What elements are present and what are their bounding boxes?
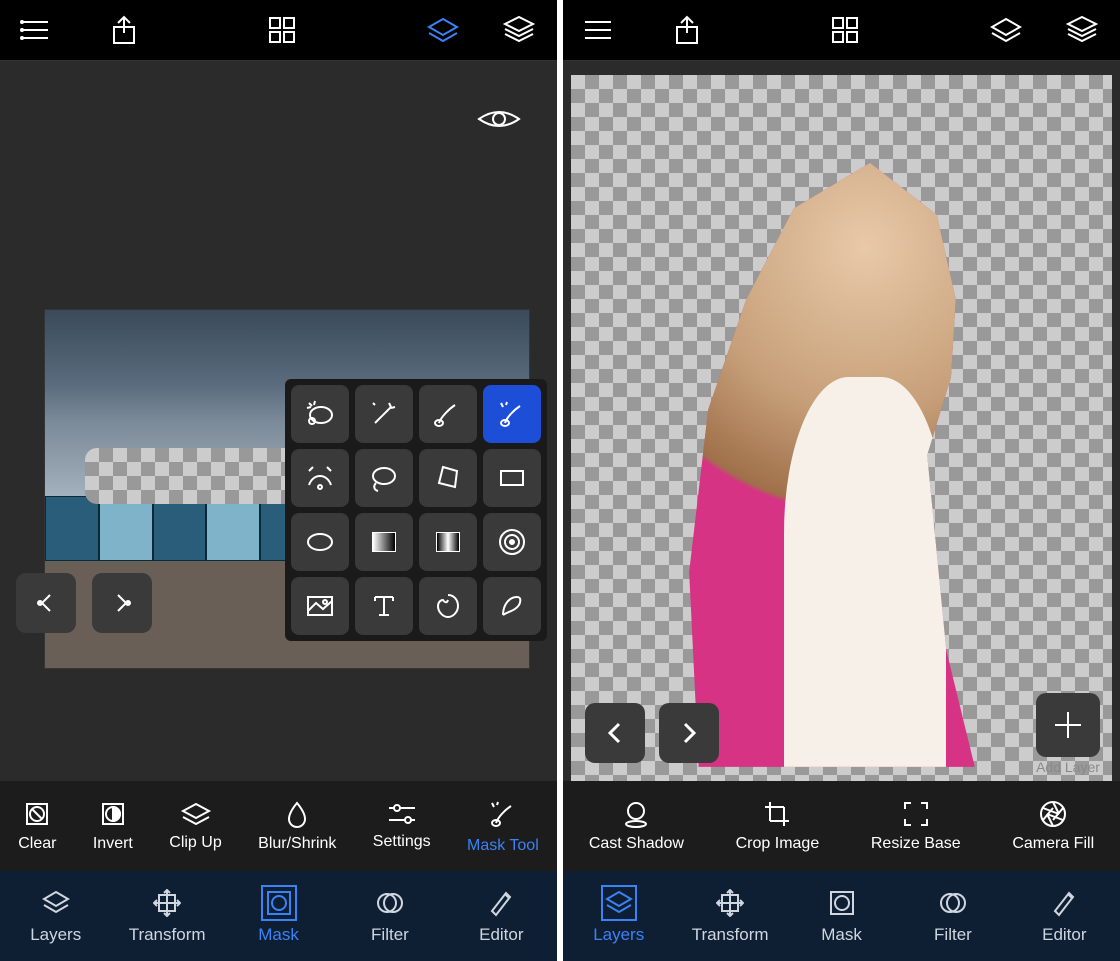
text-tool-icon[interactable]	[355, 577, 413, 635]
tab-layers[interactable]: Layers	[0, 871, 111, 961]
layers-icon	[40, 887, 72, 919]
share-icon[interactable]	[673, 15, 701, 45]
clear-action[interactable]: Clear	[18, 799, 56, 853]
cast-shadow-action[interactable]: Cast Shadow	[589, 799, 684, 853]
camera-fill-action[interactable]: Camera Fill	[1012, 799, 1094, 853]
left-topbar	[0, 0, 557, 61]
lasso-icon[interactable]	[355, 449, 413, 507]
clip-up-action[interactable]: Clip Up	[169, 800, 221, 852]
mask-tool-action[interactable]: Mask Tool	[467, 797, 539, 855]
mask-circle-icon	[263, 887, 295, 919]
right-panel: Add Layer Cast Shadow Crop Image Resize Ba…	[563, 0, 1120, 961]
crop-image-action[interactable]: Crop Image	[736, 799, 820, 853]
gradient-v-icon[interactable]	[419, 513, 477, 571]
ellipse-icon[interactable]	[291, 513, 349, 571]
radial-icon[interactable]	[483, 513, 541, 571]
mask-layer-icon[interactable]	[425, 15, 461, 45]
layers-stack-icon[interactable]	[1064, 15, 1100, 45]
share-icon[interactable]	[110, 15, 138, 45]
color-range-icon[interactable]	[291, 449, 349, 507]
tab-mask[interactable]: Mask	[223, 871, 334, 961]
transform-icon	[151, 887, 183, 919]
image-icon[interactable]	[291, 577, 349, 635]
list-icon[interactable]	[583, 17, 613, 43]
prev-square-button[interactable]	[16, 573, 76, 633]
pencil-icon	[485, 887, 517, 919]
settings-action[interactable]: Settings	[373, 801, 431, 851]
shape-icon[interactable]	[419, 577, 477, 635]
next-square-button[interactable]	[92, 573, 152, 633]
filter-icon	[374, 887, 406, 919]
polygon-icon[interactable]	[419, 449, 477, 507]
invert-action[interactable]: Invert	[93, 799, 133, 853]
transparent-background: Add Layer	[571, 75, 1112, 781]
grid-icon[interactable]	[830, 15, 860, 45]
tab-transform[interactable]: Transform	[111, 871, 222, 961]
list-icon[interactable]	[20, 17, 50, 43]
mask-tool-grid	[285, 379, 547, 641]
next-layer-button[interactable]	[659, 703, 719, 763]
pencil-icon	[1048, 887, 1080, 919]
transform-icon	[714, 887, 746, 919]
left-action-bar: Clear Invert Clip Up Blur/Shrink Settings Mas…	[0, 781, 557, 871]
visibility-eye-icon[interactable]	[477, 105, 521, 138]
left-canvas[interactable]	[0, 61, 557, 781]
sparkle-lasso-icon[interactable]	[291, 385, 349, 443]
tab-transform[interactable]: Transform	[674, 871, 785, 961]
tab-editor[interactable]: Editor	[446, 871, 557, 961]
left-panel: Clear Invert Clip Up Blur/Shrink Settings Mas…	[0, 0, 557, 961]
right-action-bar: Cast Shadow Crop Image Resize Base Camera F…	[563, 781, 1120, 871]
right-canvas[interactable]: Add Layer	[563, 61, 1120, 781]
right-topbar	[563, 0, 1120, 61]
tab-mask[interactable]: Mask	[786, 871, 897, 961]
subject-cutout[interactable]	[603, 117, 1079, 767]
tab-filter[interactable]: Filter	[334, 871, 445, 961]
tab-layers[interactable]: Layers	[563, 871, 674, 961]
layers-stack-icon[interactable]	[501, 15, 537, 45]
filter-icon	[937, 887, 969, 919]
hair-icon[interactable]	[483, 577, 541, 635]
left-tab-bar: LayersTransformMaskFilterEditor	[0, 871, 557, 961]
prev-layer-button[interactable]	[585, 703, 645, 763]
tab-filter[interactable]: Filter	[897, 871, 1008, 961]
tab-editor[interactable]: Editor	[1009, 871, 1120, 961]
add-layer-label: Add Layer	[1036, 759, 1100, 775]
mask-circle-icon	[826, 887, 858, 919]
right-tab-bar: LayersTransformMaskFilterEditor	[563, 871, 1120, 961]
grid-icon[interactable]	[267, 15, 297, 45]
sparkle-wand-icon[interactable]	[355, 385, 413, 443]
mask-layer-icon[interactable]	[988, 15, 1024, 45]
layers-icon	[603, 887, 635, 919]
plus-icon	[1036, 693, 1100, 757]
add-layer-button[interactable]: Add Layer	[1036, 693, 1100, 775]
sparkle-brush-icon[interactable]	[483, 385, 541, 443]
paint-brush-icon[interactable]	[419, 385, 477, 443]
gradient-h-icon[interactable]	[355, 513, 413, 571]
blur-shrink-action[interactable]: Blur/Shrink	[258, 799, 336, 853]
resize-base-action[interactable]: Resize Base	[871, 799, 961, 853]
rectangle-icon[interactable]	[483, 449, 541, 507]
